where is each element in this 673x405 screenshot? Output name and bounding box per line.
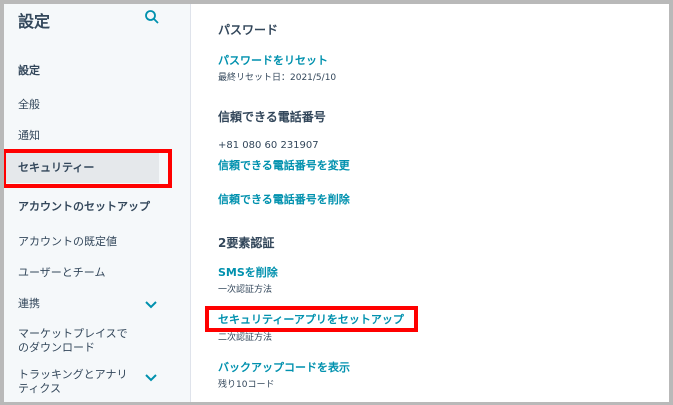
- password-heading: パスワード: [218, 23, 279, 37]
- sidebar-section-account-setup: アカウントのセットアップ: [18, 200, 150, 213]
- sidebar-item-integrations[interactable]: 連携: [18, 297, 40, 311]
- sidebar-item-general[interactable]: 全般: [18, 98, 40, 112]
- sidebar-item-account-defaults[interactable]: アカウントの既定値: [18, 235, 117, 249]
- sidebar-section-settings: 設定: [18, 64, 40, 77]
- sidebar-item-users-teams[interactable]: ユーザーとチーム: [18, 266, 105, 280]
- security-app-highlight-box: [205, 306, 418, 332]
- chevron-down-icon[interactable]: [145, 374, 157, 382]
- last-reset-date: 最終リセット日：2021/5/10: [218, 73, 337, 83]
- search-icon[interactable]: [145, 10, 159, 24]
- security-settings-panel: パスワード パスワードをリセット 最終リセット日：2021/5/10 信頼できる…: [191, 4, 669, 402]
- trusted-phone-number: +81 080 60 231907: [218, 140, 319, 151]
- change-phone-link[interactable]: 信頼できる電話番号を変更: [218, 157, 350, 173]
- sidebar-item-tracking-analytics[interactable]: トラッキングとアナリティクス: [18, 368, 136, 396]
- show-backup-codes-link[interactable]: バックアップコードを表示: [218, 359, 350, 375]
- two-factor-heading: 2要素認証: [218, 236, 275, 250]
- reset-password-link[interactable]: パスワードをリセット: [218, 52, 328, 68]
- delete-phone-link[interactable]: 信頼できる電話番号を削除: [218, 191, 350, 207]
- sms-method-label: 一次認証方法: [218, 285, 273, 295]
- sidebar-item-notifications[interactable]: 通知: [18, 129, 40, 143]
- sidebar: 設定 設定 全般 通知 セキュリティー アカウントのセットアップ アカウントの既…: [4, 4, 191, 402]
- security-highlight-box: [4, 149, 172, 188]
- settings-window: 設定 設定 全般 通知 セキュリティー アカウントのセットアップ アカウントの既…: [4, 4, 669, 402]
- remove-sms-link[interactable]: SMSを削除: [218, 264, 278, 280]
- backup-codes-remaining: 残り10コード: [218, 380, 275, 390]
- trusted-phone-heading: 信頼できる電話番号: [218, 110, 326, 124]
- chevron-down-icon[interactable]: [145, 301, 157, 309]
- sidebar-item-marketplace-downloads[interactable]: マーケットプレイスでのダウンロード: [18, 327, 136, 355]
- sidebar-title: 設定: [18, 12, 51, 31]
